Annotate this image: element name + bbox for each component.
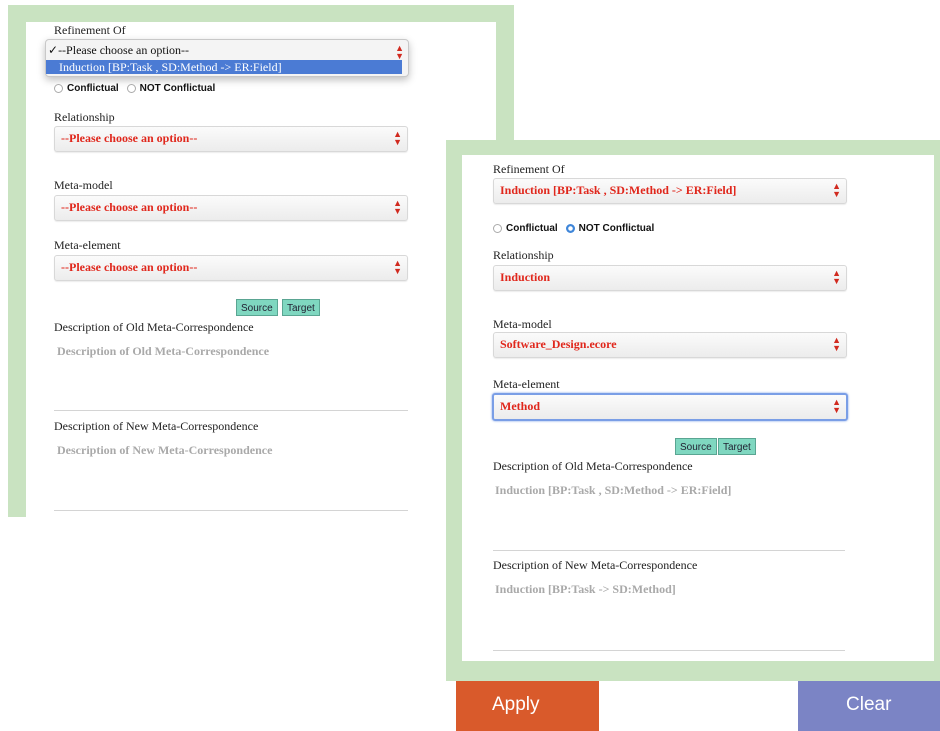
new-description-textarea[interactable]: Description of New Meta-Correspondence xyxy=(57,443,272,458)
relationship-select-value: --Please choose an option-- xyxy=(61,131,198,145)
not-conflictual-radio-icon[interactable] xyxy=(126,84,136,93)
not-conflictual-label: NOT Conflictual xyxy=(139,83,216,94)
meta-element-label: Meta-element xyxy=(493,377,560,391)
new-description-textarea[interactable]: Induction [BP:Task -> SD:Method] xyxy=(495,582,676,597)
refinement-label: Refinement Of xyxy=(54,23,126,37)
old-description-label: Description of Old Meta-Correspondence xyxy=(493,459,693,473)
select-arrows-icon: ▲ ▼ xyxy=(393,198,402,216)
old-description-underline xyxy=(493,550,845,551)
meta-model-select[interactable]: Software_Design.ecore ▲ ▼ xyxy=(493,332,847,358)
meta-element-select[interactable]: --Please choose an option-- ▲ ▼ xyxy=(54,255,408,281)
source-button[interactable]: Source xyxy=(236,299,278,316)
meta-element-select-value: --Please choose an option-- xyxy=(61,260,198,274)
new-description-label: Description of New Meta-Correspondence xyxy=(54,419,259,433)
relationship-select[interactable]: --Please choose an option-- ▲ ▼ xyxy=(54,126,408,152)
meta-model-label: Meta-model xyxy=(493,317,552,331)
dropdown-option-placeholder-text: --Please choose an option-- xyxy=(58,43,190,57)
refinement-select[interactable]: Induction [BP:Task , SD:Method -> ER:Fie… xyxy=(493,178,847,204)
refinement-label: Refinement Of xyxy=(493,162,565,176)
apply-button[interactable]: Apply xyxy=(456,681,599,731)
meta-model-select-value: Software_Design.ecore xyxy=(500,337,617,351)
relationship-label: Relationship xyxy=(493,248,554,262)
meta-element-label: Meta-element xyxy=(54,238,121,252)
conflict-radio-group: Conflictual NOT Conflictual xyxy=(493,223,654,234)
relationship-select[interactable]: Induction ▲ ▼ xyxy=(493,265,847,291)
old-description-underline xyxy=(54,410,408,411)
meta-element-select-value: Method xyxy=(500,399,540,413)
source-button[interactable]: Source xyxy=(675,438,717,455)
clear-button[interactable]: Clear xyxy=(798,681,940,731)
new-description-underline xyxy=(54,510,408,511)
old-description-textarea[interactable]: Description of Old Meta-Correspondence xyxy=(57,344,269,359)
dropdown-option-induction[interactable]: Induction [BP:Task , SD:Method -> ER:Fie… xyxy=(46,60,402,74)
select-arrows-icon: ▲ ▼ xyxy=(832,268,841,286)
select-arrows-icon: ▲ ▼ xyxy=(832,397,841,415)
target-button[interactable]: Target xyxy=(718,438,756,455)
select-arrows-icon: ▲ ▼ xyxy=(393,129,402,147)
select-arrows-icon: ▲ ▼ xyxy=(393,258,402,276)
conflict-radio-group: Conflictual NOT Conflictual xyxy=(54,83,215,94)
relationship-label: Relationship xyxy=(54,110,115,124)
checkmark-icon: ✓ xyxy=(48,43,59,57)
conflictual-radio-icon[interactable] xyxy=(54,84,63,93)
meta-model-select-value: --Please choose an option-- xyxy=(61,200,198,214)
old-description-textarea[interactable]: Induction [BP:Task , SD:Method -> ER:Fie… xyxy=(495,483,731,498)
not-conflictual-label: NOT Conflictual xyxy=(578,223,655,234)
select-arrows-icon: ▲ ▼ xyxy=(395,43,404,61)
dropdown-option-placeholder[interactable]: ✓--Please choose an option-- xyxy=(48,43,189,58)
dropdown-option-induction-text: Induction [BP:Task , SD:Method -> ER:Fie… xyxy=(59,60,282,74)
old-description-label: Description of Old Meta-Correspondence xyxy=(54,320,254,334)
select-arrows-icon: ▲ ▼ xyxy=(832,335,841,353)
conflictual-radio-icon[interactable] xyxy=(493,224,502,233)
target-button[interactable]: Target xyxy=(282,299,320,316)
select-arrows-icon: ▲ ▼ xyxy=(832,181,841,199)
refinement-dropdown-open[interactable]: ✓--Please choose an option-- ▲ ▼ Inductio… xyxy=(45,39,409,77)
conflictual-label: Conflictual xyxy=(67,83,119,94)
not-conflictual-radio-selected-icon[interactable] xyxy=(565,224,575,233)
refinement-select-value: Induction [BP:Task , SD:Method -> ER:Fie… xyxy=(500,183,737,197)
meta-model-select[interactable]: --Please choose an option-- ▲ ▼ xyxy=(54,195,408,221)
conflictual-label: Conflictual xyxy=(506,223,558,234)
new-description-underline xyxy=(493,650,845,651)
relationship-select-value: Induction xyxy=(500,270,551,284)
meta-element-select[interactable]: Method ▲ ▼ xyxy=(492,393,848,421)
meta-model-label: Meta-model xyxy=(54,178,113,192)
new-description-label: Description of New Meta-Correspondence xyxy=(493,558,698,572)
